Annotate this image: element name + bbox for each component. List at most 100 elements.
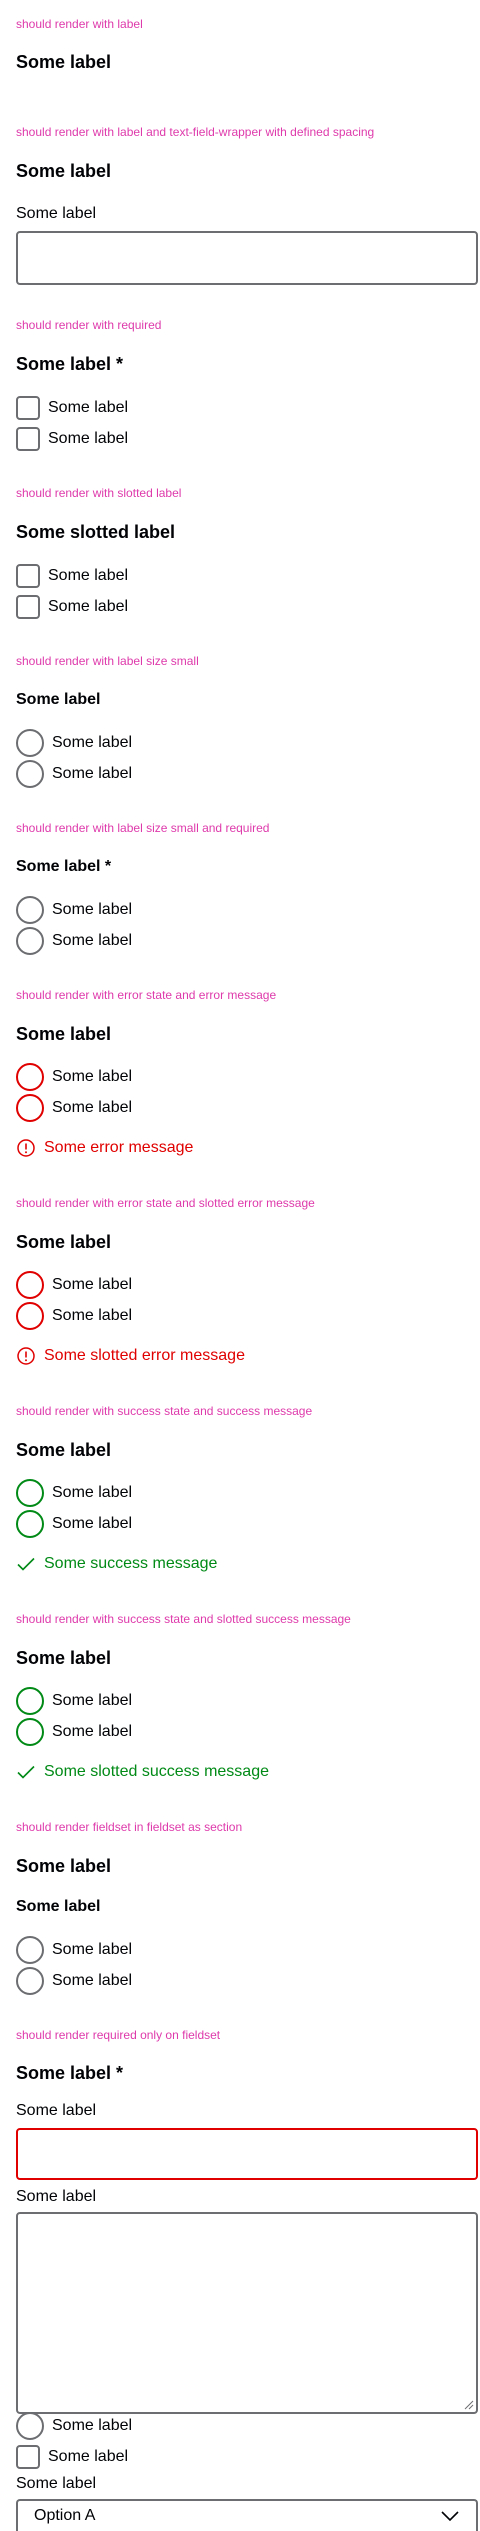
radio-label: Some label [52,1068,133,1085]
test-caption: should render with label size small and … [16,821,270,835]
test-caption: should render fieldset in fieldset as se… [16,1820,243,1834]
checkbox[interactable] [16,427,40,451]
checkbox[interactable] [16,564,40,588]
success-message-text: Some success message [44,1555,218,1572]
checkbox-label: Some label [48,399,129,416]
fieldset-legend: Some label [16,1648,112,1668]
checkbox-label: Some label [48,2448,129,2465]
radio-label: Some label [52,1099,133,1116]
textarea[interactable] [16,2212,478,2414]
checkbox[interactable] [16,2445,40,2469]
text-field-label: Some label [16,205,97,222]
test-caption: should render with label [16,17,143,31]
select-value: Option A [34,2507,96,2524]
radio-label: Some label [52,1723,133,1740]
radio-label: Some label [52,1307,133,1324]
test-caption: should render with success state and slo… [16,1612,351,1626]
radio-option[interactable]: Some label [16,729,132,757]
radio-label: Some label [52,2417,133,2434]
radio-button[interactable] [16,1687,44,1715]
test-caption: should render with error state and error… [16,988,277,1002]
textarea-label: Some label [16,2188,97,2205]
radio-label: Some label [52,901,133,918]
checkbox-option[interactable]: Some label [16,593,128,621]
checkbox-option[interactable]: Some label [16,562,128,590]
error-message-text: Some slotted error message [44,1347,245,1364]
fieldset-legend: Some label [16,1232,112,1252]
radio-option[interactable]: Some label [16,1302,132,1330]
radio-button[interactable] [16,760,44,788]
checkbox-option[interactable]: Some label [16,2443,128,2471]
checkbox[interactable] [16,595,40,619]
radio-label: Some label [52,1941,133,1958]
text-field-input[interactable] [16,231,478,285]
error-message: Some slotted error message [16,1344,245,1368]
radio-option[interactable]: Some label [16,927,132,955]
radio-option[interactable]: Some label [16,1967,132,1995]
radio-label: Some label [52,1276,133,1293]
fieldset-legend: Some label [16,1856,112,1876]
radio-button[interactable] [16,1063,44,1091]
radio-button[interactable] [16,896,44,924]
radio-option[interactable]: Some label [16,1479,132,1507]
radio-option[interactable]: Some label [16,1094,132,1122]
radio-option[interactable]: Some label [16,1687,132,1715]
fieldset-legend: Some label [16,1024,112,1044]
exclamation-circle-icon [17,1139,35,1157]
error-message-text: Some error message [44,1139,194,1156]
fieldset-legend: Some label [16,52,112,72]
success-message-text: Some slotted success message [44,1763,269,1780]
test-caption: should render required only on fieldset [16,2028,221,2042]
checkbox-label: Some label [48,598,129,615]
radio-label: Some label [52,1515,133,1532]
success-message: Some slotted success message [16,1760,269,1784]
radio-option[interactable]: Some label [16,1063,132,1091]
radio-button[interactable] [16,1271,44,1299]
page: should render with label Some label shou… [0,0,480,2531]
checkbox-option[interactable]: Some label [16,425,128,453]
error-message: Some error message [16,1136,193,1160]
chevron-down-icon [441,2511,459,2522]
text-field-label: Some label [16,2102,97,2119]
fieldset-legend: Some label * [16,354,124,374]
radio-label: Some label [52,765,133,782]
resize-handle-icon[interactable] [464,2400,474,2410]
radio-button[interactable] [16,2412,44,2440]
fieldset-legend: Some label * [16,858,112,875]
radio-button[interactable] [16,1967,44,1995]
radio-button[interactable] [16,1936,44,1964]
radio-option[interactable]: Some label [16,1718,132,1746]
success-message: Some success message [16,1552,217,1576]
radio-option[interactable]: Some label [16,1271,132,1299]
test-caption: should render with error state and slott… [16,1196,315,1210]
test-caption: should render with label and text-field-… [16,125,375,139]
radio-option[interactable]: Some label [16,1510,132,1538]
radio-button[interactable] [16,1510,44,1538]
fieldset-legend: Some label [16,691,101,708]
check-icon [17,1557,35,1571]
text-field-input[interactable] [16,2128,478,2180]
test-caption: should render with slotted label [16,486,182,500]
checkbox-label: Some label [48,567,129,584]
radio-button[interactable] [16,729,44,757]
select-field[interactable]: Option A [16,2499,478,2531]
radio-label: Some label [52,1972,133,1989]
exclamation-circle-icon [17,1347,35,1365]
radio-label: Some label [52,932,133,949]
select-label: Some label [16,2475,97,2492]
radio-button[interactable] [16,1718,44,1746]
radio-button[interactable] [16,1094,44,1122]
radio-option[interactable]: Some label [16,2412,132,2440]
radio-button[interactable] [16,1479,44,1507]
radio-option[interactable]: Some label [16,896,132,924]
radio-label: Some label [52,734,133,751]
radio-option[interactable]: Some label [16,1936,132,1964]
radio-button[interactable] [16,1302,44,1330]
checkbox[interactable] [16,396,40,420]
checkbox-option[interactable]: Some label [16,394,128,422]
test-caption: should render with required [16,318,162,332]
radio-option[interactable]: Some label [16,760,132,788]
radio-label: Some label [52,1484,133,1501]
radio-button[interactable] [16,927,44,955]
fieldset-legend: Some slotted label [16,522,176,542]
